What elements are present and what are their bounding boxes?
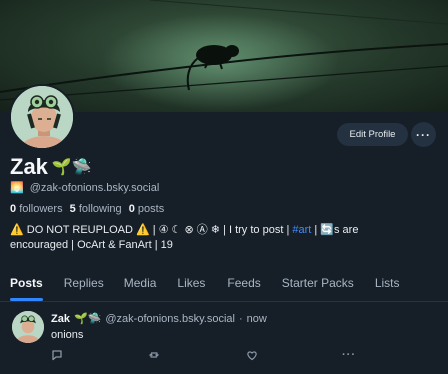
- post-meta-separator: ·: [238, 312, 243, 325]
- tab-likes[interactable]: Likes: [177, 268, 205, 301]
- tab-replies[interactable]: Replies: [64, 268, 104, 301]
- post-more-icon[interactable]: ···: [342, 349, 356, 361]
- profile-tabs: Posts Replies Media Likes Feeds Starter …: [0, 268, 448, 302]
- avatar-image: [12, 311, 44, 343]
- avatar-image: [11, 86, 73, 148]
- post-author-avatar[interactable]: [12, 311, 44, 343]
- posts-count: 0: [128, 203, 135, 215]
- bio-line1: ⚠️ DO NOT REUPLOAD ⚠️ | ④ ☾ ⊗ Ⓐ ❄ | I tr…: [10, 224, 290, 236]
- bio-hashtag-link[interactable]: #art: [292, 224, 311, 236]
- feed-post[interactable]: Zak 🌱🛸 @zak-ofonions.bsky.social · now o…: [0, 303, 448, 374]
- following-count: 5: [69, 203, 76, 215]
- handle-emoji: 🌅: [10, 182, 24, 194]
- followers-label: followers: [19, 203, 63, 215]
- display-name: Zak: [10, 154, 48, 179]
- tab-starter-packs[interactable]: Starter Packs: [282, 268, 354, 301]
- posts-stat: 0 posts: [129, 203, 164, 215]
- bio-line1-end: | 🔄s are: [314, 224, 359, 236]
- followers-link[interactable]: 0 followers: [10, 203, 63, 215]
- post-text: onions: [51, 329, 84, 341]
- tab-lists[interactable]: Lists: [375, 268, 400, 301]
- post-meta: Zak 🌱🛸 @zak-ofonions.bsky.social · now: [51, 312, 267, 326]
- post-author-name[interactable]: Zak: [51, 313, 70, 325]
- profile-more-button[interactable]: ···: [411, 122, 436, 147]
- name-emojis: 🌱🛸: [51, 159, 92, 176]
- bio-line2: encouraged | OcArt & FanArt | 19: [10, 238, 173, 251]
- display-name-row: Zak 🌱🛸: [10, 154, 92, 180]
- posts-label: posts: [137, 203, 165, 215]
- following-label: following: [78, 203, 122, 215]
- profile-handle[interactable]: @zak-ofonions.bsky.social: [30, 182, 160, 194]
- repost-icon[interactable]: [148, 349, 160, 364]
- tab-posts[interactable]: Posts: [10, 268, 43, 301]
- like-icon[interactable]: [246, 349, 258, 364]
- tab-media[interactable]: Media: [124, 268, 157, 301]
- reply-icon[interactable]: [51, 349, 63, 364]
- profile-avatar[interactable]: [9, 84, 75, 150]
- followers-count: 0: [10, 203, 17, 215]
- post-actions: ···: [51, 349, 361, 363]
- more-icon: ···: [416, 127, 431, 142]
- tab-feeds[interactable]: Feeds: [227, 268, 260, 301]
- post-author-handle[interactable]: @zak-ofonions.bsky.social: [105, 313, 235, 325]
- handle-row: 🌅 @zak-ofonions.bsky.social: [10, 181, 160, 195]
- profile-stats: 0 followers 5 following 0 posts: [10, 203, 164, 215]
- profile-bio: ⚠️ DO NOT REUPLOAD ⚠️ | ④ ☾ ⊗ Ⓐ ❄ | I tr…: [10, 223, 430, 252]
- edit-profile-button[interactable]: Edit Profile: [337, 123, 408, 146]
- post-timestamp[interactable]: now: [247, 313, 267, 325]
- following-link[interactable]: 5 following: [70, 203, 122, 215]
- post-author-emojis: 🌱🛸: [73, 313, 102, 325]
